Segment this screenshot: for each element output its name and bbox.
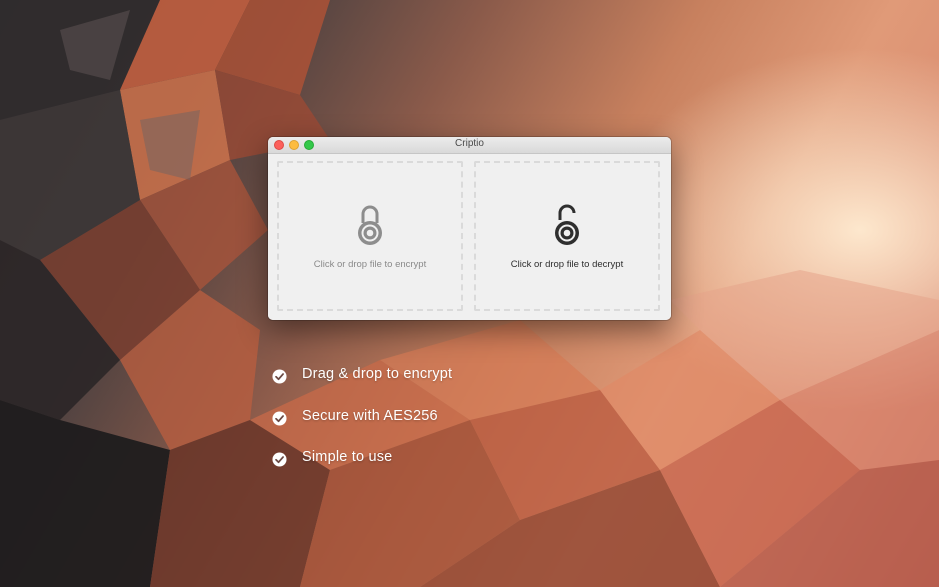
feature-label: Drag & drop to encrypt <box>302 366 453 382</box>
check-circle-icon <box>272 369 287 384</box>
lock-open-icon <box>555 204 579 245</box>
feature-item: Simple to use <box>272 449 452 491</box>
decrypt-drop-zone[interactable]: Click or drop file to decrypt <box>474 161 660 311</box>
feature-item: Drag & drop to encrypt <box>272 366 452 408</box>
check-circle-icon <box>272 410 287 426</box>
check-circle-icon <box>272 452 287 467</box>
title-bar[interactable]: Criptio <box>268 137 671 154</box>
window-title: Criptio <box>455 138 484 149</box>
feature-label: Simple to use <box>302 449 393 465</box>
encrypt-drop-zone[interactable]: Click or drop file to encrypt <box>277 161 463 311</box>
app-window: Criptio Click or drop file to encrypt Cl… <box>268 137 671 320</box>
desktop: Criptio Click or drop file to encrypt Cl… <box>0 0 939 587</box>
feature-list: Drag & drop to encrypt Secure with AES25… <box>272 366 452 491</box>
feature-item: Secure with AES256 <box>272 408 452 450</box>
decrypt-label: Click or drop file to decrypt <box>510 259 624 270</box>
lock-closed-icon <box>358 205 382 245</box>
window-content: Click or drop file to encrypt Click or d… <box>268 154 671 320</box>
feature-label: Secure with AES256 <box>302 407 438 424</box>
encrypt-label: Click or drop file to encrypt <box>313 259 427 270</box>
